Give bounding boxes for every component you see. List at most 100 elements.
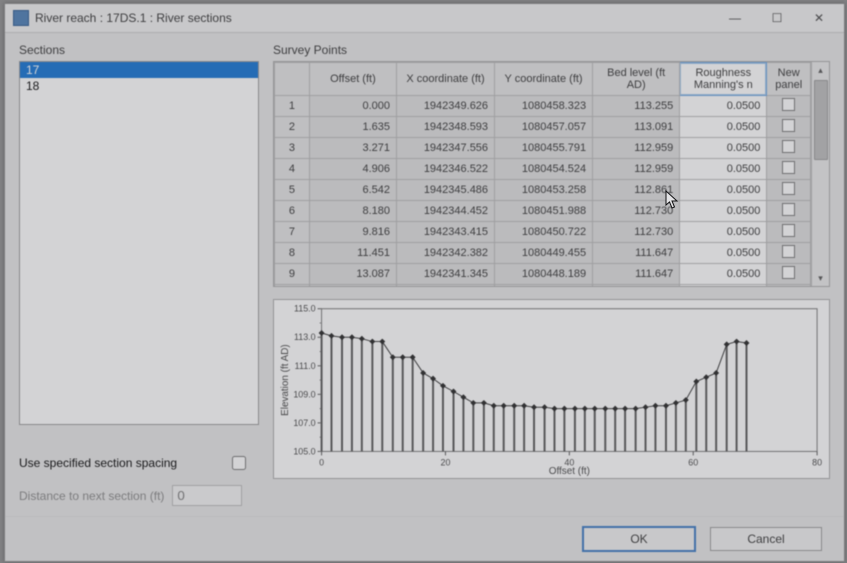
cell-x[interactable]: 1942348.593 [397, 117, 495, 138]
cell-x[interactable]: 1942340.312 [397, 285, 495, 287]
cell-newpanel[interactable] [767, 201, 811, 222]
cell-bed[interactable]: 111.647 [593, 285, 680, 287]
scroll-down-icon[interactable]: ▾ [812, 270, 829, 286]
cell-newpanel[interactable] [767, 222, 811, 243]
survey-grid[interactable]: Offset (ft) X coordinate (ft) Y coordina… [273, 61, 830, 287]
cell-y[interactable]: 1080457.057 [495, 117, 593, 138]
col-xcoord[interactable]: X coordinate (ft) [397, 63, 495, 96]
cell-offset[interactable]: 13.087 [309, 264, 396, 285]
table-row[interactable]: 79.8161942343.4151080450.722112.7300.050… [275, 222, 811, 243]
cell-roughness[interactable]: 0.0500 [680, 201, 767, 222]
cell-rownum[interactable]: 8 [275, 243, 310, 264]
cell-bed[interactable]: 112.730 [593, 222, 680, 243]
cell-y[interactable]: 1080446.923 [495, 285, 593, 287]
cell-bed[interactable]: 112.959 [593, 138, 680, 159]
cell-x[interactable]: 1942342.382 [397, 243, 495, 264]
col-ycoord[interactable]: Y coordinate (ft) [495, 63, 593, 96]
cell-newpanel[interactable] [767, 180, 811, 201]
scroll-thumb[interactable] [814, 80, 828, 160]
cell-y[interactable]: 1080450.722 [495, 222, 593, 243]
cell-y[interactable]: 1080454.524 [495, 159, 593, 180]
cell-x[interactable]: 1942346.522 [397, 159, 495, 180]
cell-rownum[interactable]: 7 [275, 222, 310, 243]
cell-roughness[interactable]: 0.0500 [680, 159, 767, 180]
cell-newpanel[interactable] [767, 138, 811, 159]
cell-rownum[interactable]: 3 [275, 138, 310, 159]
cell-offset[interactable]: 3.271 [309, 138, 396, 159]
sections-item[interactable]: 17 [20, 62, 258, 78]
cell-rownum[interactable]: 10 [275, 285, 310, 287]
table-row[interactable]: 68.1801942344.4521080451.988112.7300.050… [275, 201, 811, 222]
cell-x[interactable]: 1942341.345 [397, 264, 495, 285]
ok-button[interactable]: OK [582, 526, 696, 552]
spacing-checkbox[interactable] [232, 456, 246, 470]
cell-rownum[interactable]: 5 [275, 180, 310, 201]
table-row[interactable]: 56.5421942345.4861080453.258112.8610.050… [275, 180, 811, 201]
table-row[interactable]: 1014.7221942340.3121080446.923111.6470.0… [275, 285, 811, 287]
cancel-button[interactable]: Cancel [710, 527, 822, 551]
cell-y[interactable]: 1080455.791 [495, 138, 593, 159]
cell-x[interactable]: 1942344.452 [397, 201, 495, 222]
cell-newpanel[interactable] [767, 264, 811, 285]
cell-newpanel[interactable] [767, 159, 811, 180]
cell-bed[interactable]: 112.959 [593, 159, 680, 180]
cell-offset[interactable]: 0.000 [309, 96, 396, 117]
cell-bed[interactable]: 111.647 [593, 264, 680, 285]
cell-y[interactable]: 1080451.988 [495, 201, 593, 222]
table-row[interactable]: 10.0001942349.6261080458.323113.2550.050… [275, 96, 811, 117]
cell-offset[interactable]: 8.180 [309, 201, 396, 222]
col-newpanel[interactable]: New panel [767, 63, 811, 96]
table-row[interactable]: 21.6351942348.5931080457.057113.0910.050… [275, 117, 811, 138]
cell-x[interactable]: 1942343.415 [397, 222, 495, 243]
maximize-button[interactable]: ☐ [756, 5, 798, 31]
cell-y[interactable]: 1080453.258 [495, 180, 593, 201]
cell-rownum[interactable]: 2 [275, 117, 310, 138]
cell-newpanel[interactable] [767, 285, 811, 287]
cell-roughness[interactable]: 0.0500 [680, 96, 767, 117]
table-row[interactable]: 913.0871942341.3451080448.189111.6470.05… [275, 264, 811, 285]
cell-newpanel[interactable] [767, 243, 811, 264]
cell-newpanel[interactable] [767, 117, 811, 138]
cell-x[interactable]: 1942347.556 [397, 138, 495, 159]
close-button[interactable]: ✕ [798, 5, 840, 31]
table-row[interactable]: 33.2711942347.5561080455.791112.9590.050… [275, 138, 811, 159]
table-row[interactable]: 811.4511942342.3821080449.455111.6470.05… [275, 243, 811, 264]
cell-y[interactable]: 1080448.189 [495, 264, 593, 285]
cell-bed[interactable]: 112.730 [593, 201, 680, 222]
cell-y[interactable]: 1080449.455 [495, 243, 593, 264]
cell-newpanel[interactable] [767, 96, 811, 117]
cell-roughness[interactable]: 0.0500 [680, 180, 767, 201]
cell-bed[interactable]: 112.861 [593, 180, 680, 201]
cell-roughness[interactable]: 0.0500 [680, 138, 767, 159]
cell-offset[interactable]: 14.722 [309, 285, 396, 287]
cell-offset[interactable]: 9.816 [309, 222, 396, 243]
cell-offset[interactable]: 11.451 [309, 243, 396, 264]
cell-rownum[interactable]: 1 [275, 96, 310, 117]
cell-rownum[interactable]: 9 [275, 264, 310, 285]
col-bedlevel[interactable]: Bed level (ft AD) [593, 63, 680, 96]
sections-item[interactable]: 18 [20, 78, 258, 94]
col-offset[interactable]: Offset (ft) [309, 63, 396, 96]
cell-roughness[interactable]: 0.0500 [680, 264, 767, 285]
cell-rownum[interactable]: 6 [275, 201, 310, 222]
minimize-button[interactable]: — [714, 5, 756, 31]
cell-bed[interactable]: 111.647 [593, 243, 680, 264]
cell-offset[interactable]: 6.542 [309, 180, 396, 201]
cell-x[interactable]: 1942345.486 [397, 180, 495, 201]
cell-offset[interactable]: 1.635 [309, 117, 396, 138]
scroll-up-icon[interactable]: ▴ [812, 62, 829, 78]
cell-bed[interactable]: 113.255 [593, 96, 680, 117]
sections-listbox[interactable]: 1718 [19, 61, 259, 425]
cell-rownum[interactable]: 4 [275, 159, 310, 180]
cell-roughness[interactable]: 0.0500 [680, 117, 767, 138]
cell-roughness[interactable]: 0.0500 [680, 222, 767, 243]
cell-bed[interactable]: 113.091 [593, 117, 680, 138]
grid-scrollbar[interactable]: ▴ ▾ [811, 62, 829, 286]
cell-y[interactable]: 1080458.323 [495, 96, 593, 117]
table-row[interactable]: 44.9061942346.5221080454.524112.9590.050… [275, 159, 811, 180]
cell-roughness[interactable]: 0.0500 [680, 285, 767, 287]
col-rownum[interactable] [275, 63, 310, 96]
cell-roughness[interactable]: 0.0500 [680, 243, 767, 264]
cell-offset[interactable]: 4.906 [309, 159, 396, 180]
cell-x[interactable]: 1942349.626 [397, 96, 495, 117]
